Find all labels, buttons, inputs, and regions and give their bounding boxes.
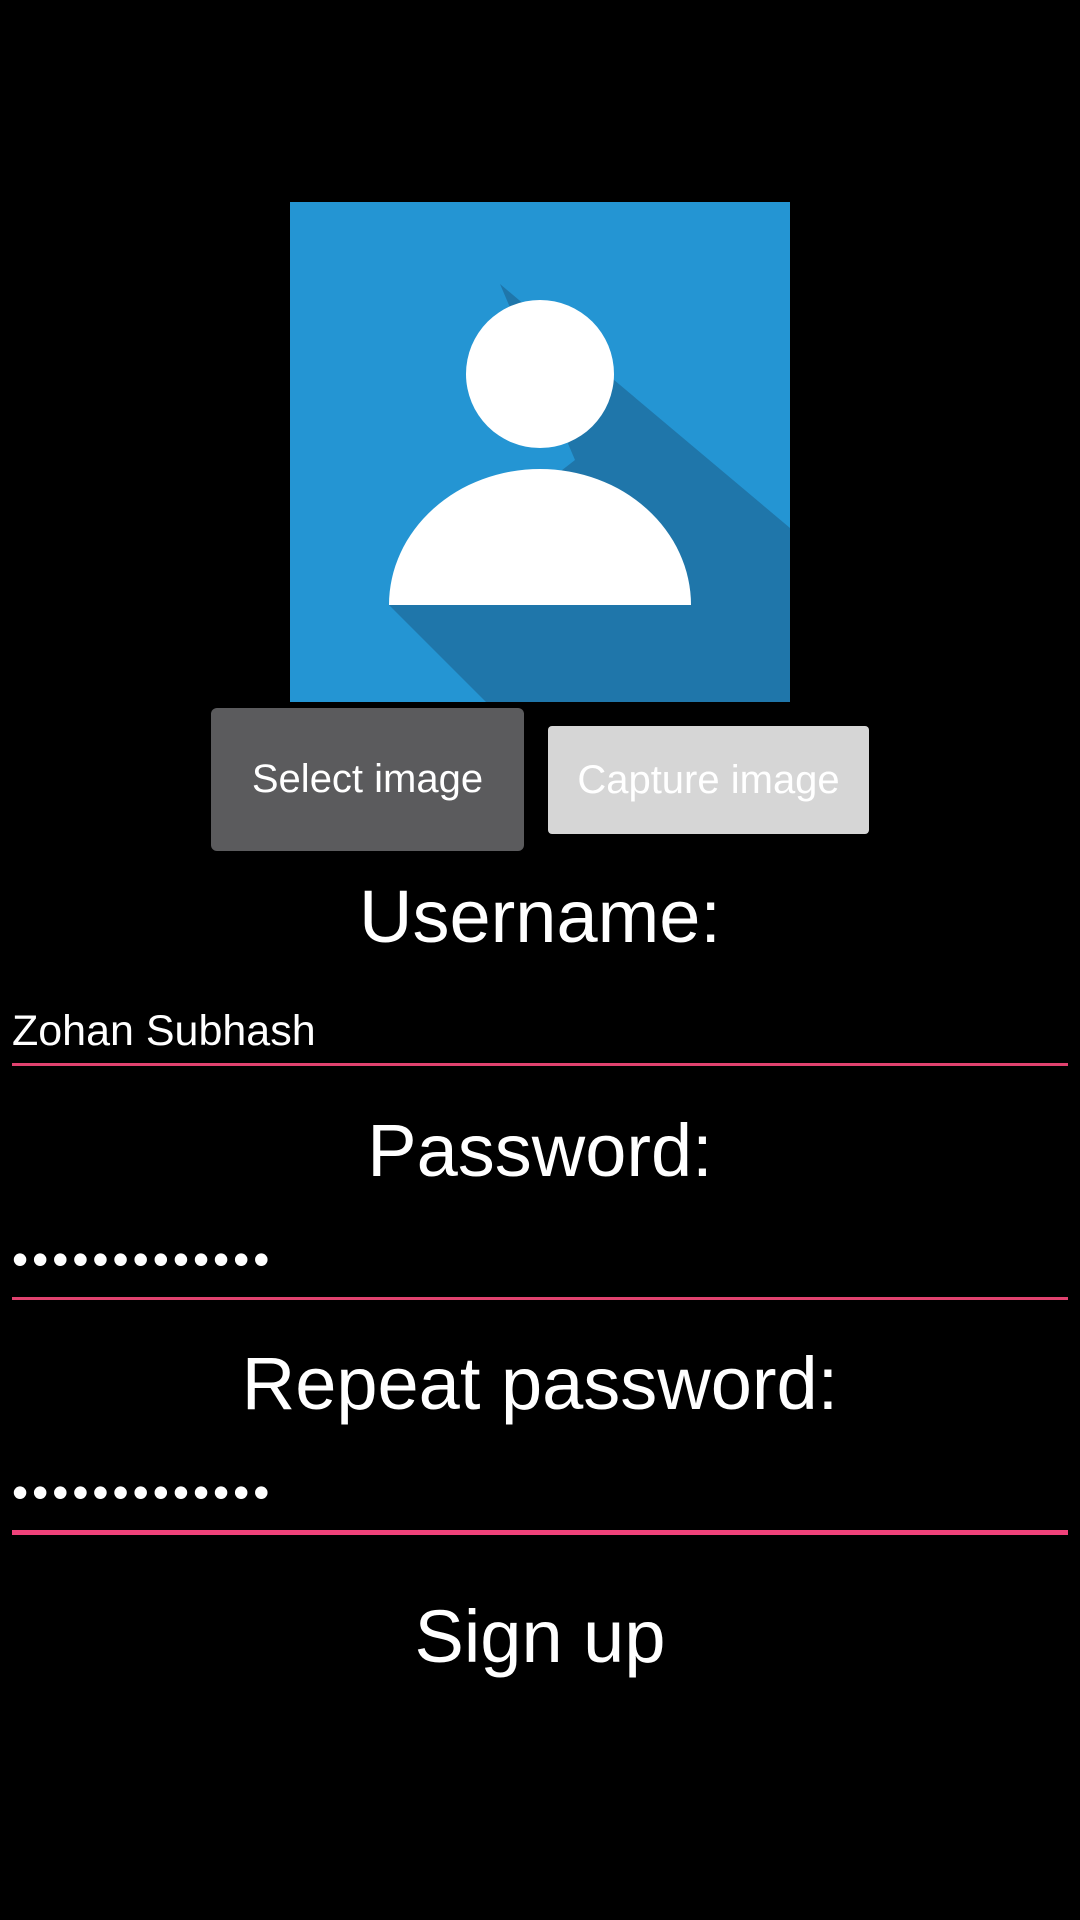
password-field[interactable]: •••••••••••••: [12, 1228, 1068, 1300]
password-label: Password:: [367, 1109, 713, 1192]
username-label: Username:: [359, 875, 721, 958]
username-field[interactable]: Zohan Subhash: [12, 1000, 1068, 1066]
capture-image-button[interactable]: Capture image: [548, 726, 869, 834]
avatar-image: [290, 202, 790, 702]
repeat-password-label: Repeat password:: [241, 1342, 839, 1425]
repeat-password-field[interactable]: •••••••••••••: [12, 1461, 1068, 1535]
sign-up-button[interactable]: Sign up: [0, 1600, 1080, 1674]
person-avatar-icon: [290, 202, 790, 702]
select-image-button[interactable]: Select image: [211, 708, 524, 851]
